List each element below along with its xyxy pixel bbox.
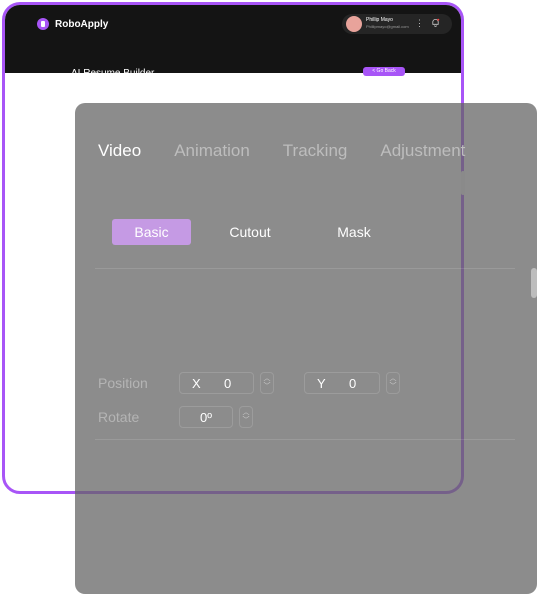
y-axis-label: Y [317, 376, 326, 391]
user-email: Phillipmayo@gmail.com [366, 24, 409, 29]
tab-adjustment[interactable]: Adjustment [380, 141, 465, 161]
avatar [346, 16, 362, 32]
rotate-stepper[interactable]: ︿ ﹀ [239, 406, 253, 428]
go-back-button[interactable]: < Go Back [363, 67, 405, 76]
more-options-icon[interactable]: ⋮ [415, 19, 424, 28]
logo[interactable]: RoboApply [37, 18, 108, 30]
chevron-down-icon[interactable]: ﹀ [390, 383, 397, 390]
subtab-mask[interactable]: Mask [318, 219, 390, 245]
chevron-up-icon[interactable]: ︿ [264, 375, 271, 382]
chevron-down-icon[interactable]: ﹀ [243, 417, 250, 424]
position-label: Position [98, 375, 148, 391]
page-title: AI Resume Builder [71, 68, 155, 79]
position-x-stepper[interactable]: ︿ ﹀ [260, 372, 274, 394]
logo-text: RoboApply [55, 18, 109, 30]
subtab-basic[interactable]: Basic [112, 219, 191, 245]
chevron-up-icon[interactable]: ︿ [243, 409, 250, 416]
x-axis-label: X [192, 376, 201, 391]
editor-tabs: Video Animation Tracking Adjustment [98, 141, 498, 161]
x-value: 0 [224, 376, 232, 391]
rotate-label: Rotate [98, 409, 140, 425]
rotate-field[interactable]: 0º [179, 406, 233, 428]
chevron-up-icon[interactable]: ︿ [390, 375, 397, 382]
tab-animation[interactable]: Animation [174, 141, 250, 161]
position-y-field[interactable]: Y 0 [304, 372, 380, 394]
video-properties-panel: Video Animation Tracking Adjustment Basi… [75, 103, 537, 594]
subtab-cutout[interactable]: Cutout [212, 219, 288, 245]
page-header: AI Resume Builder < Go Back [5, 55, 461, 79]
tab-tracking[interactable]: Tracking [283, 141, 348, 161]
y-value: 0 [349, 376, 357, 391]
divider [95, 268, 515, 269]
tab-video[interactable]: Video [98, 141, 141, 161]
notification-bell-icon[interactable] [431, 18, 440, 27]
divider [95, 439, 515, 440]
chevron-down-icon[interactable]: ﹀ [264, 383, 271, 390]
user-name: Phillip Mayo [366, 17, 393, 23]
logo-icon [37, 18, 49, 30]
panel-scrollbar[interactable] [531, 268, 537, 298]
top-bar: RoboApply Phillip Mayo Phillipmayo@gmail… [5, 5, 461, 55]
tabs-scrollbar[interactable] [461, 171, 465, 195]
position-x-field[interactable]: X 0 [179, 372, 254, 394]
rotate-value: 0º [200, 410, 212, 425]
position-y-stepper[interactable]: ︿ ﹀ [386, 372, 400, 394]
